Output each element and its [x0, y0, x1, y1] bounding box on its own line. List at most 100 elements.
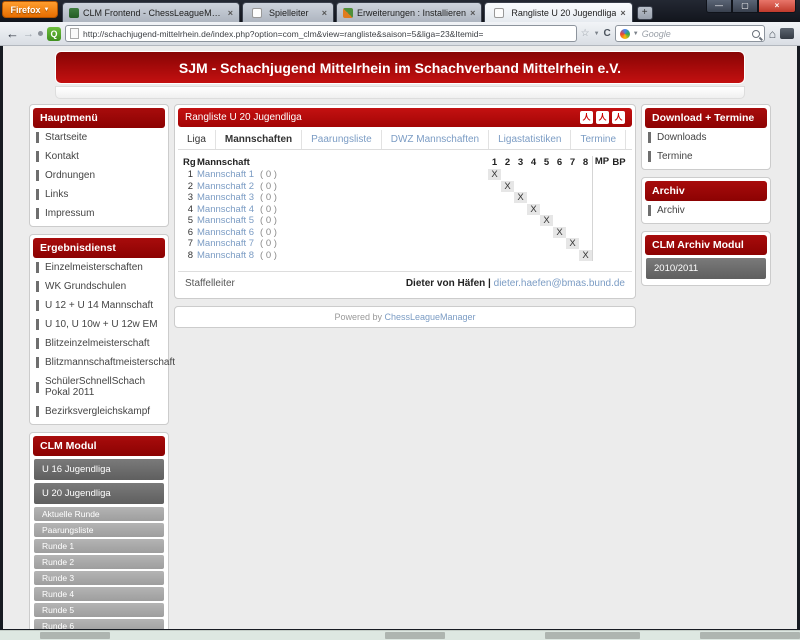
- table-row: 1Mannschaft 1( 0 )X: [183, 169, 627, 181]
- item-tick-icon: [648, 205, 651, 216]
- forward-icon[interactable]: →: [23, 28, 34, 40]
- clm-button[interactable]: U 20 Jugendliga: [34, 483, 164, 504]
- minimize-button[interactable]: —: [706, 0, 732, 13]
- mp-cell: [592, 204, 611, 216]
- sidebar-item-label: Kontakt: [45, 151, 79, 162]
- chessleaguemanager-link[interactable]: ChessLeagueManager: [384, 312, 475, 322]
- col-header-round: 1: [488, 157, 501, 168]
- search-icon[interactable]: [752, 30, 760, 38]
- tab-title: Erweiterungen : Installieren: [357, 8, 466, 18]
- clm-button[interactable]: Runde 1: [34, 539, 164, 553]
- round-cell: X: [514, 192, 527, 203]
- menu-box: ErgebnisdienstEinzelmeisterschaftenWK Gr…: [29, 234, 169, 425]
- reload-icon[interactable]: C: [604, 28, 611, 39]
- record-dot-icon[interactable]: [38, 31, 43, 36]
- clm-box: CLM ModulU 16 JugendligaU 20 JugendligaA…: [29, 432, 169, 629]
- sidebar-item[interactable]: Kontakt: [33, 147, 165, 166]
- team-link[interactable]: Mannschaft 3: [197, 192, 254, 203]
- sidebar-item[interactable]: Bezirksvergleichskampf: [33, 402, 165, 421]
- clm-button[interactable]: Runde 4: [34, 587, 164, 601]
- sidebar-item[interactable]: Ordnungen: [33, 166, 165, 185]
- clm-button[interactable]: Paarungsliste: [34, 523, 164, 537]
- sidebar-item-label: Blitzeinzelmeisterschaft: [45, 338, 149, 349]
- ranking-title: Rangliste U 20 Jugendliga: [185, 112, 302, 123]
- sidebar-item[interactable]: Downloads: [645, 128, 767, 147]
- navigation-bar: ← → Q http://schachjugend-mittelrhein.de…: [0, 22, 800, 46]
- clm-button[interactable]: Runde 2: [34, 555, 164, 569]
- close-button[interactable]: ×: [758, 0, 796, 13]
- team-link[interactable]: Mannschaft 2: [197, 181, 254, 192]
- clm-button[interactable]: Aktuelle Runde: [34, 507, 164, 521]
- clm-button[interactable]: Runde 5: [34, 603, 164, 617]
- clm-box: CLM Archiv Modul2010/2011: [641, 231, 771, 286]
- clm-button[interactable]: Runde 6: [34, 619, 164, 629]
- firefox-menu-button[interactable]: Firefox ▼: [2, 1, 58, 18]
- sidebar-item[interactable]: Blitzeinzelmeisterschaft: [33, 334, 165, 353]
- sidebar-item[interactable]: Links: [33, 185, 165, 204]
- sidebar-item[interactable]: Archiv: [645, 201, 767, 220]
- rank-number: 2: [183, 181, 193, 192]
- sidebar-item[interactable]: Termine: [645, 147, 767, 166]
- col-header-round: 8: [579, 157, 592, 168]
- staffelleiter-email-link[interactable]: dieter.haefen@bmas.bund.de: [494, 278, 625, 289]
- bookmark-star-icon[interactable]: ☆: [581, 28, 590, 39]
- tab-termine[interactable]: Termine: [571, 130, 626, 149]
- tab-close-icon[interactable]: ×: [620, 8, 625, 18]
- tab-close-icon[interactable]: ×: [470, 8, 475, 18]
- rank-number: 8: [183, 250, 193, 261]
- rank-number: 4: [183, 204, 193, 215]
- team-link[interactable]: Mannschaft 4: [197, 204, 254, 215]
- extension-toolbar-icon[interactable]: Q: [47, 27, 61, 41]
- pdf-export-icon[interactable]: 人: [596, 111, 609, 124]
- rank-number: 6: [183, 227, 193, 238]
- tab-liga[interactable]: Liga: [178, 130, 216, 149]
- pdf-export-icon[interactable]: 人: [580, 111, 593, 124]
- tab-mannschaften[interactable]: Mannschaften: [216, 130, 302, 149]
- team-link[interactable]: Mannschaft 6: [197, 227, 254, 238]
- sidebar-item-label: Archiv: [657, 205, 685, 216]
- menu-header: Archiv: [645, 181, 767, 201]
- browser-tab[interactable]: Rangliste U 20 Jugendliga×: [484, 2, 632, 22]
- sidebar-item[interactable]: Startseite: [33, 128, 165, 147]
- sidebar-item-label: Einzelmeisterschaften: [45, 262, 143, 273]
- rank-number: 1: [183, 169, 193, 180]
- team-link[interactable]: Mannschaft 1: [197, 169, 254, 180]
- menu-box: Download + TermineDownloadsTermine: [641, 104, 771, 170]
- sidebar-item[interactable]: U 10, U 10w + U 12w EM: [33, 315, 165, 334]
- tab-ligastatistiken[interactable]: Ligastatistiken: [489, 130, 571, 149]
- tab-paarungsliste[interactable]: Paarungsliste: [302, 130, 382, 149]
- sidebar-item[interactable]: Blitzmannschaftmeisterschaft: [33, 353, 165, 372]
- url-text: http://schachjugend-mittelrhein.de/index…: [83, 29, 483, 39]
- url-bar[interactable]: http://schachjugend-mittelrhein.de/index…: [65, 25, 577, 42]
- sidebar-item[interactable]: WK Grundschulen: [33, 277, 165, 296]
- back-icon[interactable]: ←: [6, 26, 19, 41]
- clm-button[interactable]: U 16 Jugendliga: [34, 459, 164, 480]
- browser-tab[interactable]: Erweiterungen : Installieren ×: [336, 2, 482, 22]
- tab-close-icon[interactable]: ×: [322, 8, 327, 18]
- sidebar-item[interactable]: SchülerSchnellSchach Pokal 2011: [33, 372, 165, 402]
- browser-tab[interactable]: Spielleiter×: [242, 2, 334, 22]
- tab-dwz-mannschaften[interactable]: DWZ Mannschaften: [382, 130, 489, 149]
- clm-button[interactable]: 2010/2011: [646, 258, 766, 279]
- sidebar-item[interactable]: U 12 + U 14 Mannschaft: [33, 296, 165, 315]
- browser-tab[interactable]: CLM Frontend - ChessLeagueManager×: [62, 2, 240, 22]
- menu-header: Download + Termine: [645, 108, 767, 128]
- sidebar-item[interactable]: Einzelmeisterschaften: [33, 258, 165, 277]
- pdf-export-icon[interactable]: 人: [612, 111, 625, 124]
- team-link[interactable]: Mannschaft 5: [197, 215, 254, 226]
- clm-button[interactable]: Runde 3: [34, 571, 164, 585]
- team-link[interactable]: Mannschaft 8: [197, 250, 254, 261]
- sidebar-item[interactable]: Impressum: [33, 204, 165, 223]
- new-tab-button[interactable]: +: [637, 6, 653, 20]
- powered-by-label: Powered by: [334, 312, 382, 322]
- col-header-round: 5: [540, 157, 553, 168]
- home-icon[interactable]: ⌂: [769, 27, 776, 41]
- bookmarks-panel-icon[interactable]: [780, 28, 794, 39]
- team-link[interactable]: Mannschaft 7: [197, 238, 254, 249]
- item-tick-icon: [36, 151, 39, 162]
- search-bar[interactable]: ▼ Google: [615, 25, 765, 42]
- maximize-button[interactable]: ▢: [732, 0, 758, 13]
- tab-close-icon[interactable]: ×: [228, 8, 233, 18]
- bookmark-dropdown-icon[interactable]: ▼: [594, 31, 600, 37]
- search-engine-dropdown-icon[interactable]: ▼: [633, 31, 639, 37]
